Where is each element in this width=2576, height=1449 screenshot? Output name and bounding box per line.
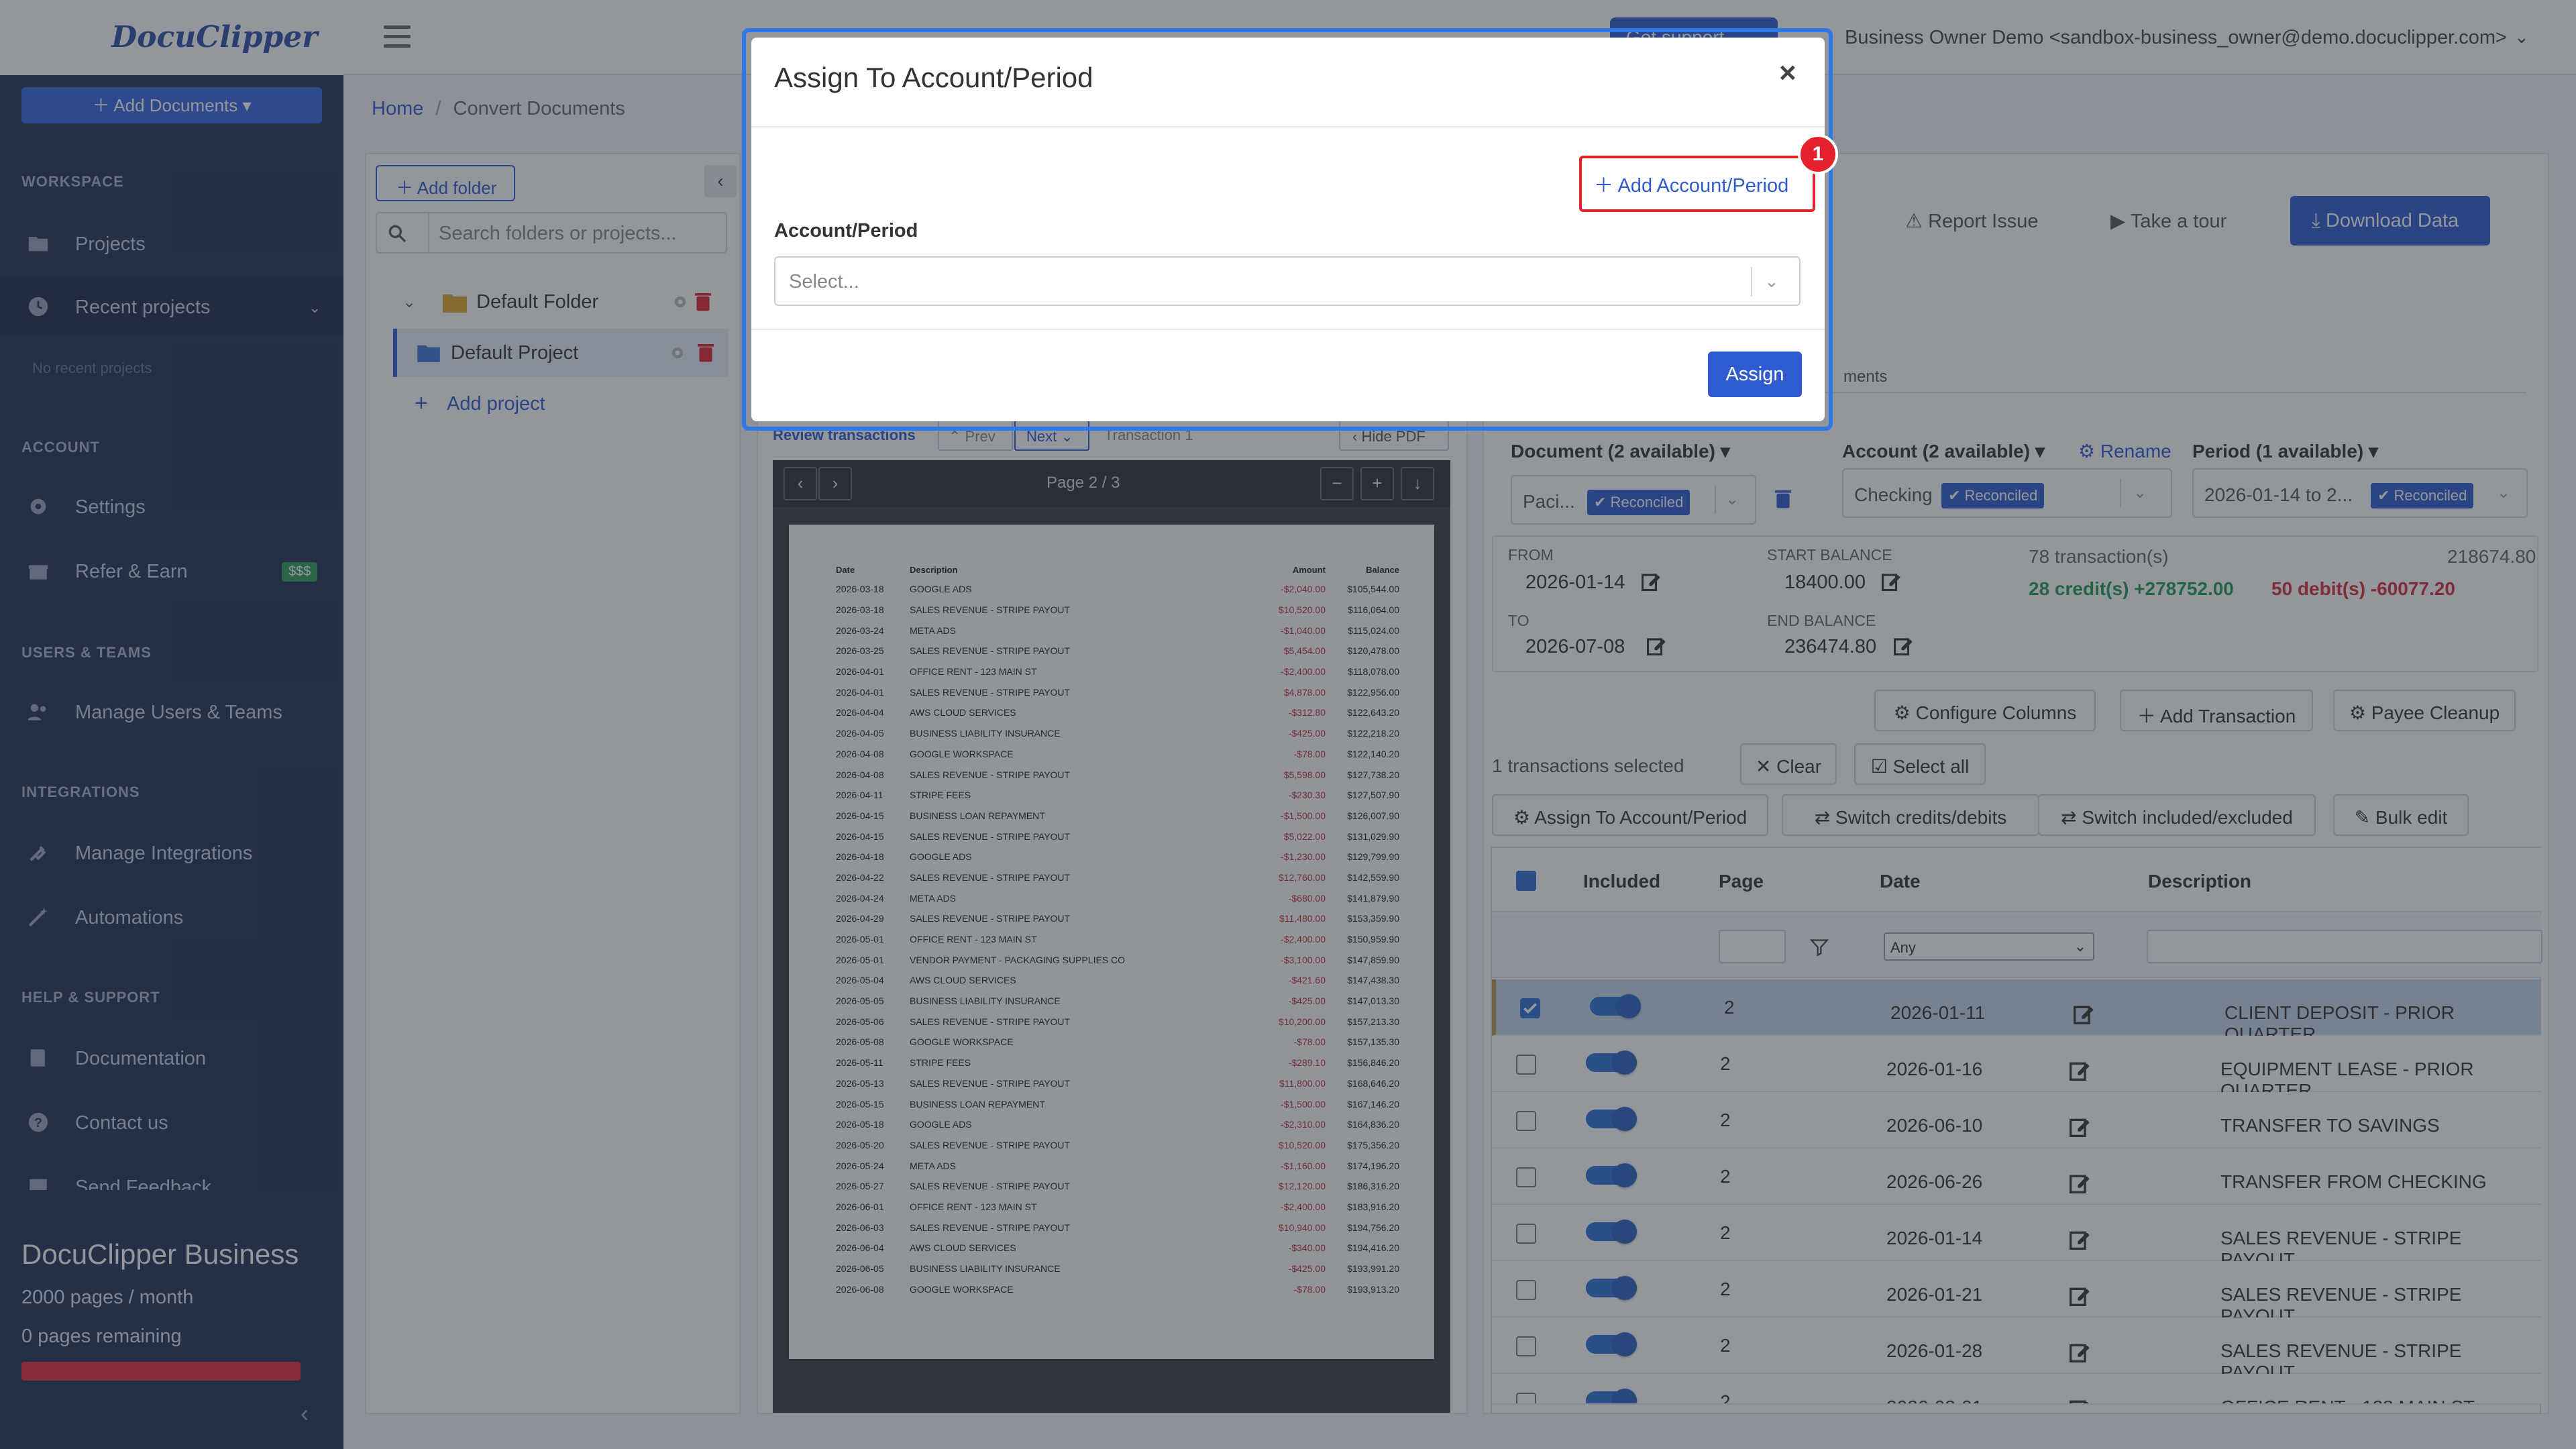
modal-title: Assign To Account/Period	[774, 62, 1093, 93]
add-account-period-label[interactable]: ＋ Add Account/Period	[1594, 170, 1788, 198]
select-placeholder: Select...	[789, 271, 859, 292]
account-period-select[interactable]	[774, 256, 1801, 306]
assign-button[interactable]: Assign	[1708, 352, 1802, 397]
account-period-label: Account/Period	[774, 220, 918, 241]
chevron-down-icon[interactable]: ⌄	[1764, 271, 1779, 292]
divider	[751, 126, 1825, 127]
divider	[751, 329, 1825, 330]
step-badge: 1	[1798, 134, 1838, 174]
divider	[1751, 267, 1752, 297]
close-icon[interactable]: ×	[1779, 56, 1796, 90]
